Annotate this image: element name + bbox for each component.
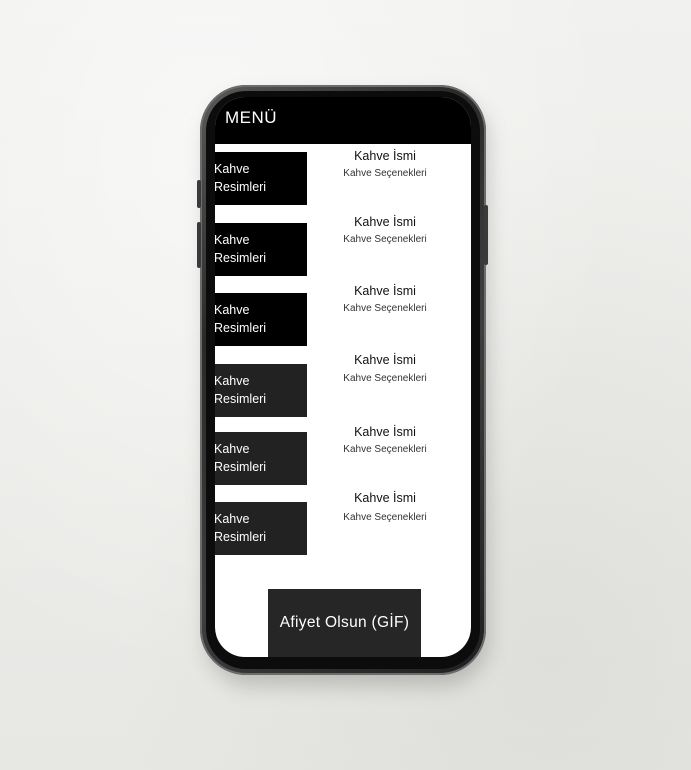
coffee-options[interactable]: Kahve Seçenekleri [325, 444, 445, 455]
phone-side-button [197, 180, 201, 208]
phone-side-button [484, 205, 488, 265]
coffee-image-placeholder[interactable]: Kahve Resimleri [215, 502, 307, 555]
phone-screen: MENÜ Kahve Resimleri Kahve İsmi Kahve Se… [215, 97, 471, 657]
coffee-options[interactable]: Kahve Seçenekleri [325, 168, 445, 179]
coffee-image-label: Resimleri [215, 321, 267, 335]
coffee-name: Kahve İsmi [354, 491, 416, 505]
coffee-name: Kahve İsmi [354, 215, 416, 229]
coffee-image-placeholder[interactable]: Kahve Resimleri [215, 432, 307, 485]
afiyet-olsun-gif[interactable]: Afiyet Olsun (GİF) [268, 589, 421, 657]
coffee-options[interactable]: Kahve Seçenekleri [325, 373, 445, 384]
menu-item[interactable]: Kahve Resimleri Kahve İsmi Kahve Seçenek… [215, 353, 471, 420]
coffee-options[interactable]: Kahve Seçenekleri [325, 303, 445, 314]
coffee-options[interactable]: Kahve Seçenekleri [325, 234, 445, 245]
coffee-image-placeholder[interactable]: Kahve Resimleri [215, 293, 307, 346]
coffee-image-label: Resimleri [215, 460, 267, 474]
menu-item[interactable]: Kahve Resimleri Kahve İsmi Kahve Seçenek… [215, 149, 471, 208]
coffee-name: Kahve İsmi [354, 149, 416, 163]
coffee-image-label: Kahve [215, 512, 250, 526]
coffee-image-label: Kahve [215, 303, 250, 317]
coffee-image-label: Resimleri [215, 180, 267, 194]
coffee-image-label: Resimleri [215, 530, 267, 544]
coffee-image-placeholder[interactable]: Kahve Resimleri [215, 152, 307, 205]
menu-item[interactable]: Kahve Resimleri Kahve İsmi Kahve Seçenek… [215, 215, 471, 279]
coffee-image-label: Kahve [215, 162, 250, 176]
coffee-image-label: Kahve [215, 374, 250, 388]
coffee-name: Kahve İsmi [354, 425, 416, 439]
coffee-image-label: Kahve [215, 233, 250, 247]
menu-header: MENÜ [215, 97, 471, 144]
menu-item[interactable]: Kahve Resimleri Kahve İsmi Kahve Seçenek… [215, 491, 471, 558]
coffee-name: Kahve İsmi [354, 353, 416, 367]
menu-title: MENÜ [225, 108, 278, 127]
coffee-image-label: Resimleri [215, 392, 267, 406]
coffee-image-placeholder[interactable]: Kahve Resimleri [215, 223, 307, 276]
coffee-image-label: Kahve [215, 442, 250, 456]
coffee-options[interactable]: Kahve Seçenekleri [325, 512, 445, 523]
phone-side-button [197, 222, 201, 268]
menu-item[interactable]: Kahve Resimleri Kahve İsmi Kahve Seçenek… [215, 284, 471, 349]
menu-item[interactable]: Kahve Resimleri Kahve İsmi Kahve Seçenek… [215, 425, 471, 488]
coffee-name: Kahve İsmi [354, 284, 416, 298]
coffee-image-label: Resimleri [215, 251, 267, 265]
coffee-image-placeholder[interactable]: Kahve Resimleri [215, 364, 307, 417]
